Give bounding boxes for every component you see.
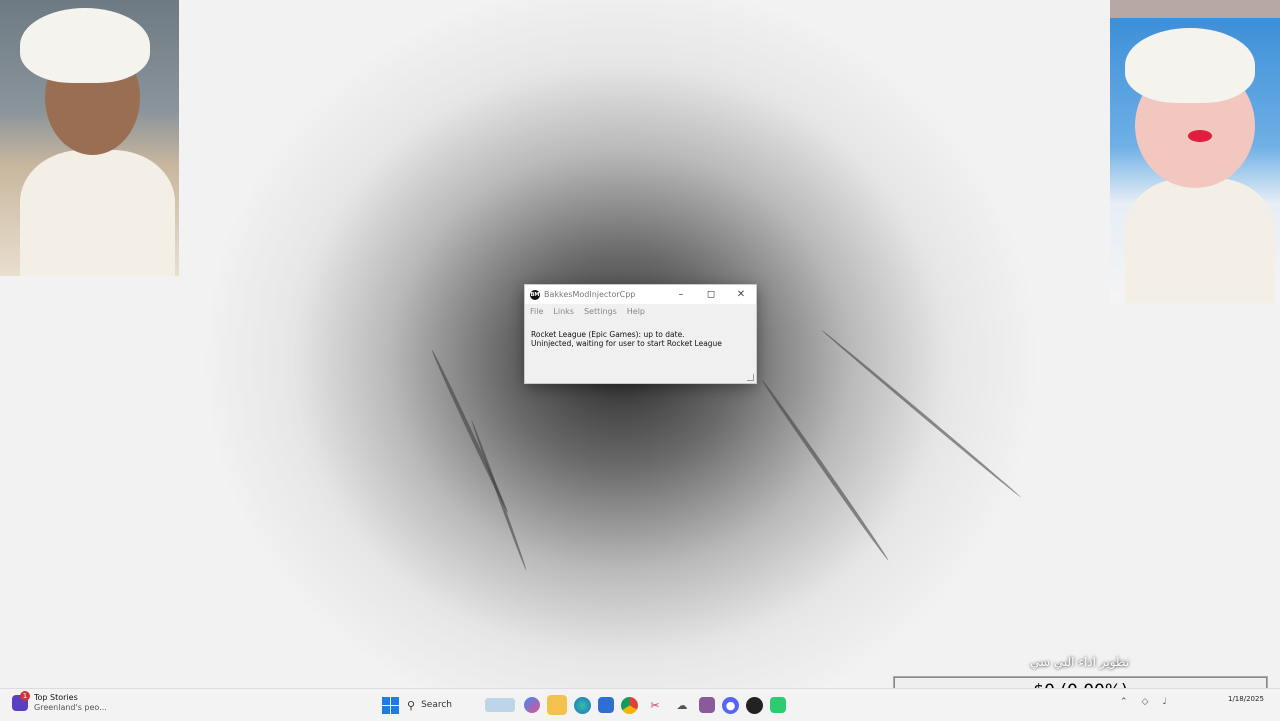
maximize-button[interactable]: ◻: [696, 285, 726, 304]
system-tray: ⌃ ◇ ♩: [1120, 697, 1167, 707]
windows-logo-icon: [381, 696, 399, 714]
menu-links[interactable]: Links: [553, 307, 574, 321]
status-line-2: Uninjected, waiting for user to start Ro…: [531, 339, 722, 348]
chrome-icon[interactable]: [621, 696, 638, 714]
news-icon: 1: [12, 691, 30, 711]
discord-icon[interactable]: ●: [722, 696, 739, 714]
taskbar: 1 Top Stories Greenland's peo... ⚲ Searc…: [0, 688, 1280, 721]
wallpaper-strand: [820, 328, 1022, 499]
close-button[interactable]: ✕: [726, 285, 756, 304]
taskbar-apps: ⚲ Search ✂ ☁ ●: [380, 695, 786, 715]
bakkesmod-app-icon: BM: [530, 289, 540, 300]
menu-bar: File Links Settings Help: [525, 304, 756, 321]
chevron-up-icon[interactable]: ⌃: [1120, 697, 1128, 707]
search-icon: ⚲: [407, 698, 416, 712]
edge-icon[interactable]: [574, 696, 591, 714]
minimize-button[interactable]: –: [666, 285, 696, 304]
snipping-tool-icon[interactable]: ✂: [645, 695, 665, 715]
status-line-1: Rocket League (Epic Games): up to date.: [531, 330, 685, 339]
store-icon[interactable]: [598, 697, 614, 713]
green-app-icon[interactable]: [770, 697, 786, 713]
wallpaper-strand: [760, 378, 890, 562]
clock[interactable]: 1/18/2025: [1228, 695, 1264, 704]
volume-icon[interactable]: ♩: [1162, 697, 1166, 707]
news-subtitle: Greenland's peo...: [34, 703, 107, 712]
steam-icon[interactable]: [746, 696, 763, 714]
menu-settings[interactable]: Settings: [584, 307, 617, 321]
start-button[interactable]: [380, 695, 400, 715]
news-widget[interactable]: 1 Top Stories Greenland's peo...: [12, 691, 107, 713]
copilot-icon[interactable]: [524, 697, 540, 713]
window-title: BakkesModInjectorCpp: [544, 290, 636, 299]
arabic-caption: تطوير اداء البي سي: [1030, 655, 1130, 669]
notification-badge: 1: [20, 691, 30, 701]
bakkesmod-window[interactable]: BM BakkesModInjectorCpp – ◻ ✕ File Links…: [524, 284, 757, 384]
webcam-left: [0, 0, 179, 276]
news-title: Top Stories: [34, 693, 78, 702]
clock-date: 1/18/2025: [1228, 695, 1264, 703]
network-icon[interactable]: ◇: [1142, 697, 1149, 707]
search-highlight-icon: [485, 698, 515, 712]
menu-help[interactable]: Help: [627, 307, 645, 321]
resize-grip[interactable]: [747, 374, 754, 381]
cloud-app-icon[interactable]: ☁: [672, 695, 692, 715]
webcam-right-border: [1110, 0, 1280, 18]
wallpaper-strand: [470, 419, 528, 571]
file-explorer-icon[interactable]: [547, 695, 567, 715]
webcam-right: [1110, 18, 1280, 303]
menu-file[interactable]: File: [530, 307, 543, 321]
status-area: Rocket League (Epic Games): up to date. …: [525, 321, 756, 348]
taskbar-search[interactable]: ⚲ Search: [407, 695, 517, 715]
search-label: Search: [421, 700, 452, 710]
title-bar[interactable]: BM BakkesModInjectorCpp – ◻ ✕: [525, 285, 756, 304]
archive-icon[interactable]: [699, 697, 715, 713]
